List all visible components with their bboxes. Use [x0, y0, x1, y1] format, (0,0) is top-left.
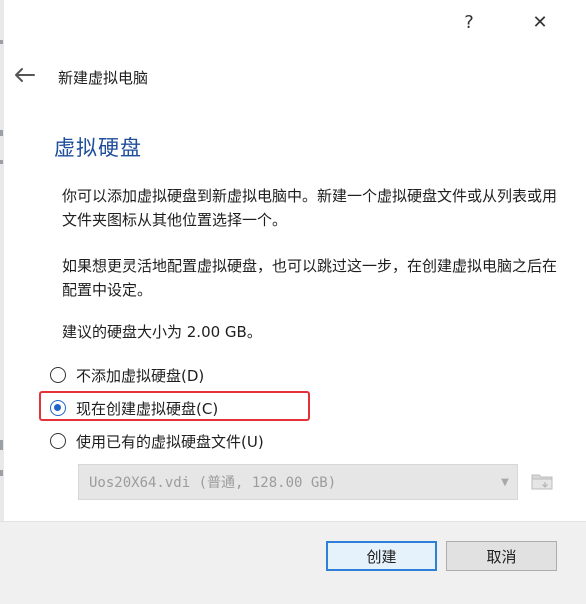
- page-title: 虚拟硬盘: [54, 136, 142, 160]
- existing-disk-value: Uos20X64.vdi (普通, 128.00 GB): [89, 475, 337, 491]
- back-button[interactable]: [10, 62, 38, 88]
- option-label: 使用已有的虚拟硬盘文件(U): [76, 432, 264, 451]
- back-arrow-icon: [15, 68, 35, 82]
- close-button[interactable]: ✕: [524, 8, 556, 36]
- description-paragraph-1: 你可以添加虚拟硬盘到新虚拟电脑中。新建一个虚拟硬盘文件或从列表或用文件夹图标从其…: [62, 187, 558, 229]
- chevron-down-icon: ▼: [501, 476, 509, 488]
- wizard-title: 新建虚拟电脑: [58, 69, 149, 87]
- close-icon: ✕: [532, 11, 548, 33]
- radio-button[interactable]: [50, 433, 66, 449]
- folder-icon: [531, 474, 553, 490]
- option-use-existing-disk[interactable]: 使用已有的虚拟硬盘文件(U): [50, 428, 264, 454]
- new-vm-wizard-window: ? ✕ 新建虚拟电脑 虚拟硬盘 你可以添加虚拟硬盘到新虚拟电脑中。新建一个虚拟硬…: [0, 0, 586, 604]
- help-icon: ?: [464, 11, 474, 33]
- option-label: 不添加虚拟硬盘(D): [76, 366, 205, 385]
- background-window-edge: [0, 0, 4, 603]
- radio-button[interactable]: [50, 367, 66, 383]
- cancel-button[interactable]: 取消: [446, 541, 557, 571]
- description-paragraph-2: 如果想更灵活地配置虚拟硬盘，也可以跳过这一步，在创建虚拟电脑之后在配置中设定。: [62, 257, 558, 299]
- option-no-disk[interactable]: 不添加虚拟硬盘(D): [50, 362, 204, 388]
- recommended-size-text: 建议的硬盘大小为 2.00 GB。: [62, 323, 262, 341]
- existing-disk-select[interactable]: Uos20X64.vdi (普通, 128.00 GB) ▼: [78, 464, 518, 500]
- annotation-highlight-box: [39, 391, 310, 421]
- create-button[interactable]: 创建: [326, 541, 437, 571]
- help-button[interactable]: ?: [453, 8, 485, 36]
- choose-disk-file-button[interactable]: [528, 466, 556, 496]
